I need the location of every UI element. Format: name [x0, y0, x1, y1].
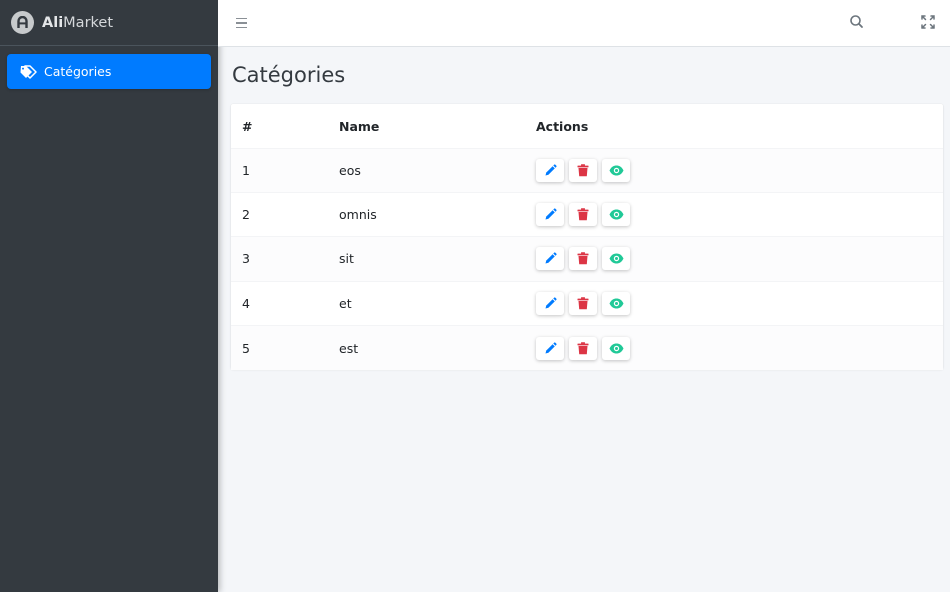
brand-logo-icon	[11, 11, 34, 34]
sidebar-item-label: Catégories	[44, 64, 112, 79]
cell-actions	[536, 280, 943, 326]
table-row: 3 sit	[231, 236, 943, 282]
cell-name: et	[339, 280, 536, 326]
table-row: 1 eos	[231, 147, 943, 193]
cell-name: est	[339, 325, 536, 370]
column-header-actions: Actions	[536, 119, 589, 135]
delete-button[interactable]	[569, 247, 597, 271]
table-row: 4 et	[231, 280, 943, 326]
delete-button[interactable]	[569, 291, 597, 315]
categories-table: # Name Actions 1 eos 2 omnis 3 sit 4 et 5 est	[231, 104, 943, 370]
delete-button[interactable]	[569, 158, 597, 182]
cell-name: omnis	[339, 191, 536, 237]
cell-actions	[536, 236, 943, 282]
delete-button[interactable]	[569, 203, 597, 227]
table-header-row: # Name Actions	[231, 104, 943, 148]
cell-id: 3	[231, 236, 339, 282]
edit-button[interactable]	[536, 158, 564, 182]
view-button[interactable]	[602, 336, 630, 360]
pencil-icon	[544, 208, 557, 221]
cell-name: sit	[339, 236, 536, 282]
row-actions	[536, 158, 943, 182]
cell-actions	[536, 325, 943, 370]
table-row: 5 est	[231, 325, 943, 370]
view-button[interactable]	[602, 291, 630, 315]
delete-button[interactable]	[569, 336, 597, 360]
table-row: 2 omnis	[231, 191, 943, 237]
pencil-icon	[544, 252, 557, 265]
column-header-id: #	[242, 119, 253, 135]
tags-icon	[20, 64, 40, 79]
row-actions	[536, 336, 943, 360]
pencil-icon	[544, 164, 557, 177]
sidebar: AliMarket Catégories	[0, 0, 218, 592]
page-title: Catégories	[232, 63, 346, 87]
row-actions	[536, 291, 943, 315]
brand-name-rest: Market	[63, 14, 114, 31]
sidebar-item-categories[interactable]: Catégories	[7, 54, 211, 89]
view-button[interactable]	[602, 247, 630, 271]
eye-icon	[609, 209, 624, 220]
view-button[interactable]	[602, 203, 630, 227]
edit-button[interactable]	[536, 291, 564, 315]
view-button[interactable]	[602, 158, 630, 182]
brand-name: AliMarket	[42, 15, 113, 31]
trash-icon	[577, 252, 589, 265]
row-actions	[536, 203, 943, 227]
eye-icon	[609, 298, 624, 309]
edit-button[interactable]	[536, 247, 564, 271]
trash-icon	[577, 341, 589, 355]
trash-icon	[577, 163, 589, 177]
brand-name-bold: Ali	[42, 14, 64, 31]
sidebar-nav: Catégories	[0, 46, 218, 97]
categories-card: # Name Actions 1 eos 2 omnis 3 sit 4 et 5 est	[231, 104, 943, 370]
eye-icon	[609, 165, 624, 176]
column-header-name: Name	[339, 119, 380, 135]
brand[interactable]: AliMarket	[0, 0, 218, 46]
eye-icon	[609, 343, 624, 354]
row-actions	[536, 247, 943, 271]
cell-actions	[536, 191, 943, 237]
cell-id: 5	[231, 325, 339, 370]
cell-name: eos	[339, 147, 536, 193]
cell-actions	[536, 147, 943, 193]
pencil-icon	[544, 297, 557, 310]
cell-id: 2	[231, 191, 339, 237]
main-content: Catégories # Name Actions 1 eos 2 omnis 3 sit…	[218, 47, 950, 592]
cell-id: 4	[231, 280, 339, 326]
pencil-icon	[544, 341, 557, 355]
cell-id: 1	[231, 147, 339, 193]
edit-button[interactable]	[536, 336, 564, 360]
hamburger-icon[interactable]	[236, 13, 252, 33]
search-icon[interactable]	[848, 13, 866, 31]
edit-button[interactable]	[536, 203, 564, 227]
expand-icon[interactable]	[919, 13, 937, 31]
eye-icon	[609, 253, 624, 264]
trash-icon	[577, 208, 589, 221]
trash-icon	[577, 297, 589, 310]
topbar	[218, 0, 950, 47]
